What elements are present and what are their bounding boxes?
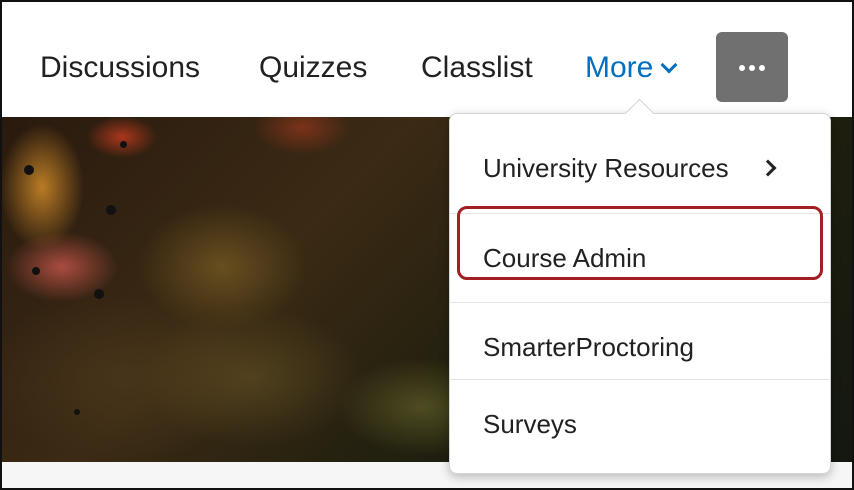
menu-item-university-resources[interactable]: University Resources [450, 124, 830, 213]
nav-item-discussions[interactable]: Discussions [40, 48, 200, 88]
more-dropdown-menu: University Resources Course Admin Smarte… [449, 113, 831, 474]
menu-item-course-admin[interactable]: Course Admin [450, 213, 830, 303]
menu-item-label: Surveys [483, 409, 577, 439]
chevron-right-icon [759, 159, 777, 177]
menu-item-label: Course Admin [483, 243, 647, 273]
menu-item-surveys[interactable]: Surveys [450, 379, 830, 469]
chevron-down-icon [660, 56, 678, 74]
menu-item-label: University Resources [483, 153, 729, 183]
course-navbar: Discussions Quizzes Classlist More [2, 2, 852, 117]
nav-more-dropdown[interactable]: More [585, 48, 678, 88]
nav-item-quizzes[interactable]: Quizzes [259, 48, 367, 88]
nav-item-classlist[interactable]: Classlist [421, 48, 533, 88]
overflow-menu-button[interactable] [716, 32, 788, 102]
nav-more-label: More [585, 51, 654, 84]
